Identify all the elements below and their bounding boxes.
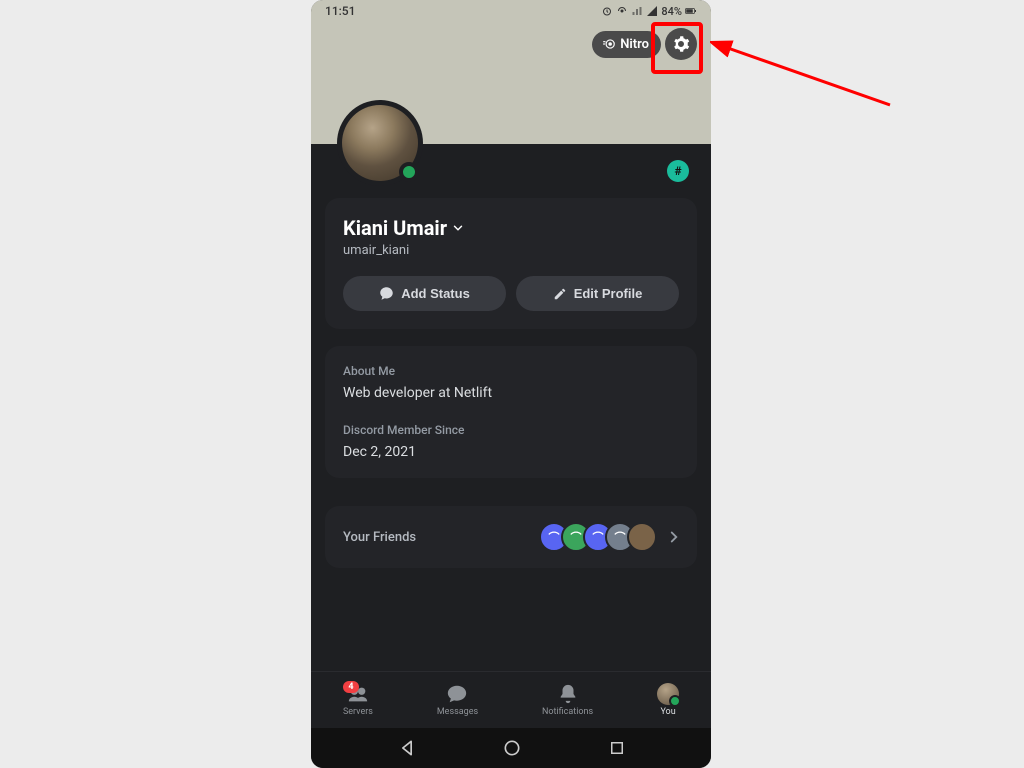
phone-frame: 11:51 84% Nitro # Kiani Umair umair_kian… <box>311 0 711 768</box>
signal-icon <box>631 5 643 17</box>
tab-you[interactable]: You <box>657 683 679 717</box>
add-status-button[interactable]: Add Status <box>343 276 506 311</box>
tab-servers[interactable]: 4 Servers <box>343 683 373 717</box>
username: umair_kiani <box>343 243 679 258</box>
friends-label: Your Friends <box>343 530 416 545</box>
hash-badge[interactable]: # <box>667 160 689 182</box>
annotation-arrow <box>710 35 910 125</box>
system-nav-bar <box>311 728 711 768</box>
member-since-text: Dec 2, 2021 <box>343 444 679 460</box>
tab-messages[interactable]: Messages <box>437 683 478 717</box>
profile-card: Kiani Umair umair_kiani Add Status Edit … <box>325 198 697 329</box>
friends-avatars: ⌒ ⌒ ⌒ ⌒ <box>539 522 657 552</box>
chat-bubble-icon <box>379 286 394 301</box>
nitro-button[interactable]: Nitro <box>592 31 661 58</box>
about-text: Web developer at Netlift <box>343 385 679 401</box>
edit-profile-button[interactable]: Edit Profile <box>516 276 679 311</box>
chevron-down-icon <box>451 221 465 235</box>
bottom-tab-bar: 4 Servers Messages Notifications You <box>311 671 711 728</box>
settings-button[interactable] <box>665 28 697 60</box>
hotspot-icon <box>616 5 628 17</box>
battery-icon <box>685 5 697 17</box>
status-indicators: 84% <box>601 5 697 18</box>
member-since-label: Discord Member Since <box>343 423 679 437</box>
display-name-row[interactable]: Kiani Umair <box>343 216 679 240</box>
tab-you-avatar <box>657 683 679 705</box>
gear-icon <box>672 35 690 53</box>
servers-badge: 4 <box>343 681 359 693</box>
messages-icon <box>446 683 468 705</box>
about-label: About Me <box>343 364 679 378</box>
bell-icon <box>557 683 579 705</box>
battery-percent: 84% <box>661 5 682 18</box>
back-icon[interactable] <box>397 738 417 758</box>
tab-servers-label: Servers <box>343 707 373 717</box>
tab-notifications-label: Notifications <box>542 707 593 717</box>
alarm-icon <box>601 5 613 17</box>
recents-icon[interactable] <box>608 739 626 757</box>
status-bar: 11:51 84% <box>311 0 711 22</box>
status-time: 11:51 <box>325 4 355 18</box>
nitro-label: Nitro <box>620 37 649 52</box>
add-status-label: Add Status <box>401 286 470 301</box>
tab-messages-label: Messages <box>437 707 478 717</box>
friends-card[interactable]: Your Friends ⌒ ⌒ ⌒ ⌒ <box>325 506 697 568</box>
top-actions: Nitro <box>592 28 697 60</box>
pencil-icon <box>553 287 567 301</box>
about-card: About Me Web developer at Netlift Discor… <box>325 346 697 478</box>
user-avatar[interactable] <box>337 100 423 186</box>
edit-profile-label: Edit Profile <box>574 286 643 301</box>
online-status-dot <box>399 162 419 182</box>
signal-icon <box>646 5 658 17</box>
tab-you-label: You <box>660 707 675 717</box>
chevron-right-icon <box>665 528 683 546</box>
display-name: Kiani Umair <box>343 216 447 240</box>
tab-notifications[interactable]: Notifications <box>542 683 593 717</box>
home-icon[interactable] <box>502 738 522 758</box>
nitro-icon <box>602 37 616 51</box>
